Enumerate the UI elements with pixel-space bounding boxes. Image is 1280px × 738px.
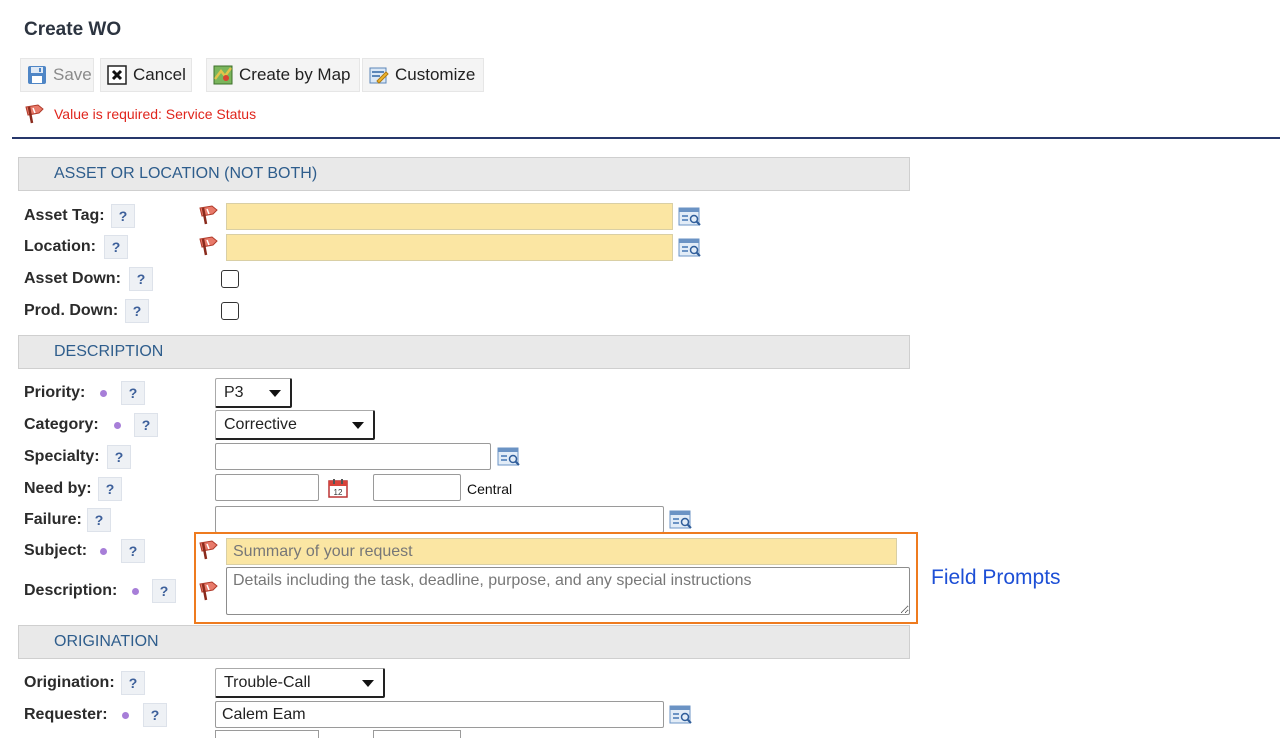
failure-lookup-icon[interactable] [667, 506, 695, 534]
location-lookup-icon[interactable] [676, 234, 704, 262]
asset-down-checkbox[interactable] [221, 270, 239, 288]
section-origination: ORIGINATION [18, 625, 910, 659]
asset-tag-input[interactable] [226, 203, 673, 230]
need-by-help-icon[interactable]: ? [98, 477, 122, 501]
required-dot-icon [100, 390, 107, 397]
description-label: Description: [24, 582, 118, 599]
location-label: Location: [24, 238, 96, 255]
required-dot-icon [132, 588, 139, 595]
field-prompts-annotation: Field Prompts [931, 566, 1061, 589]
description-help-icon[interactable]: ? [152, 579, 176, 603]
failure-input[interactable] [215, 506, 664, 533]
requester-input[interactable] [215, 701, 664, 728]
asset-tag-lookup-icon[interactable] [676, 203, 704, 231]
save-button[interactable]: Save [20, 58, 94, 92]
required-dot-icon [122, 712, 129, 719]
origination-label: Origination: [24, 674, 115, 691]
priority-help-icon[interactable]: ? [121, 381, 145, 405]
field-prompts-highlight-box [194, 532, 918, 624]
map-icon [213, 65, 233, 85]
chevron-down-icon [269, 390, 281, 397]
customize-label: Customize [395, 65, 476, 84]
timezone-label: Central [467, 481, 513, 497]
prod-down-help-icon[interactable]: ? [125, 299, 149, 323]
next-row-input-partial[interactable] [215, 730, 319, 738]
category-label: Category: [24, 416, 99, 433]
cancel-icon [107, 65, 127, 85]
failure-label: Failure: [24, 511, 82, 528]
required-dot-icon [100, 548, 107, 555]
section-asset-or-location: ASSET OR LOCATION (NOT BOTH) [18, 157, 910, 191]
next-row-input-partial[interactable] [373, 730, 461, 738]
specialty-label: Specialty: [24, 448, 100, 465]
specialty-lookup-icon[interactable] [495, 443, 523, 471]
prod-down-label: Prod. Down: [24, 302, 119, 319]
location-input[interactable] [226, 234, 673, 261]
need-by-label: Need by: [24, 480, 92, 497]
required-flag-icon [198, 236, 220, 256]
subject-help-icon[interactable]: ? [121, 539, 145, 563]
prod-down-checkbox[interactable] [221, 302, 239, 320]
failure-help-icon[interactable]: ? [87, 508, 111, 532]
asset-tag-label: Asset Tag: [24, 207, 105, 224]
create-by-map-button[interactable]: Create by Map [206, 58, 360, 92]
category-select[interactable]: Corrective [215, 410, 375, 440]
origination-selected-value: Trouble-Call [224, 674, 311, 691]
calendar-icon[interactable]: 12 [324, 474, 352, 502]
cancel-button[interactable]: Cancel [100, 58, 192, 92]
category-selected-value: Corrective [224, 416, 297, 433]
required-dot-icon [114, 422, 121, 429]
asset-tag-help-icon[interactable]: ? [111, 204, 135, 228]
subject-label: Subject: [24, 542, 88, 559]
customize-icon [369, 65, 389, 85]
error-message: Value is required: Service Status [24, 104, 256, 124]
asset-down-help-icon[interactable]: ? [129, 267, 153, 291]
header-divider [12, 137, 1280, 139]
save-icon [27, 65, 47, 85]
need-by-time-input[interactable] [373, 474, 461, 501]
need-by-date-input[interactable] [215, 474, 319, 501]
chevron-down-icon [362, 680, 374, 687]
section-description: DESCRIPTION [18, 335, 910, 369]
requester-lookup-icon[interactable] [667, 701, 695, 729]
customize-button[interactable]: Customize [362, 58, 484, 92]
chevron-down-icon [352, 422, 364, 429]
priority-selected-value: P3 [224, 384, 244, 401]
required-flag-icon [198, 205, 220, 225]
error-flag-icon [24, 104, 44, 124]
requester-label: Requester: [24, 706, 108, 723]
category-help-icon[interactable]: ? [134, 413, 158, 437]
origination-help-icon[interactable]: ? [121, 671, 145, 695]
error-text: Value is required: Service Status [54, 106, 257, 122]
location-help-icon[interactable]: ? [104, 235, 128, 259]
svg-text:12: 12 [334, 488, 343, 497]
cancel-label: Cancel [133, 65, 186, 84]
specialty-input[interactable] [215, 443, 491, 470]
save-label: Save [53, 65, 92, 84]
origination-select[interactable]: Trouble-Call [215, 668, 385, 698]
create-by-map-label: Create by Map [239, 65, 351, 84]
page-title: Create WO [24, 19, 122, 40]
requester-help-icon[interactable]: ? [143, 703, 167, 727]
asset-down-label: Asset Down: [24, 270, 121, 287]
specialty-help-icon[interactable]: ? [107, 445, 131, 469]
priority-label: Priority: [24, 384, 86, 401]
priority-select[interactable]: P3 [215, 378, 292, 408]
